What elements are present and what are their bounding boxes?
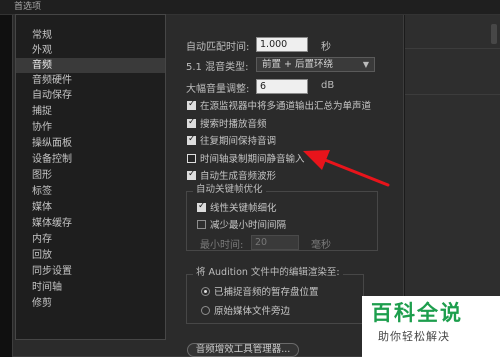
arrow-head [303, 150, 330, 170]
arrow-shaft [318, 156, 390, 187]
watermark-title: 百科全说 [371, 301, 463, 325]
watermark-subtitle: 助你轻松解决 [378, 330, 450, 343]
